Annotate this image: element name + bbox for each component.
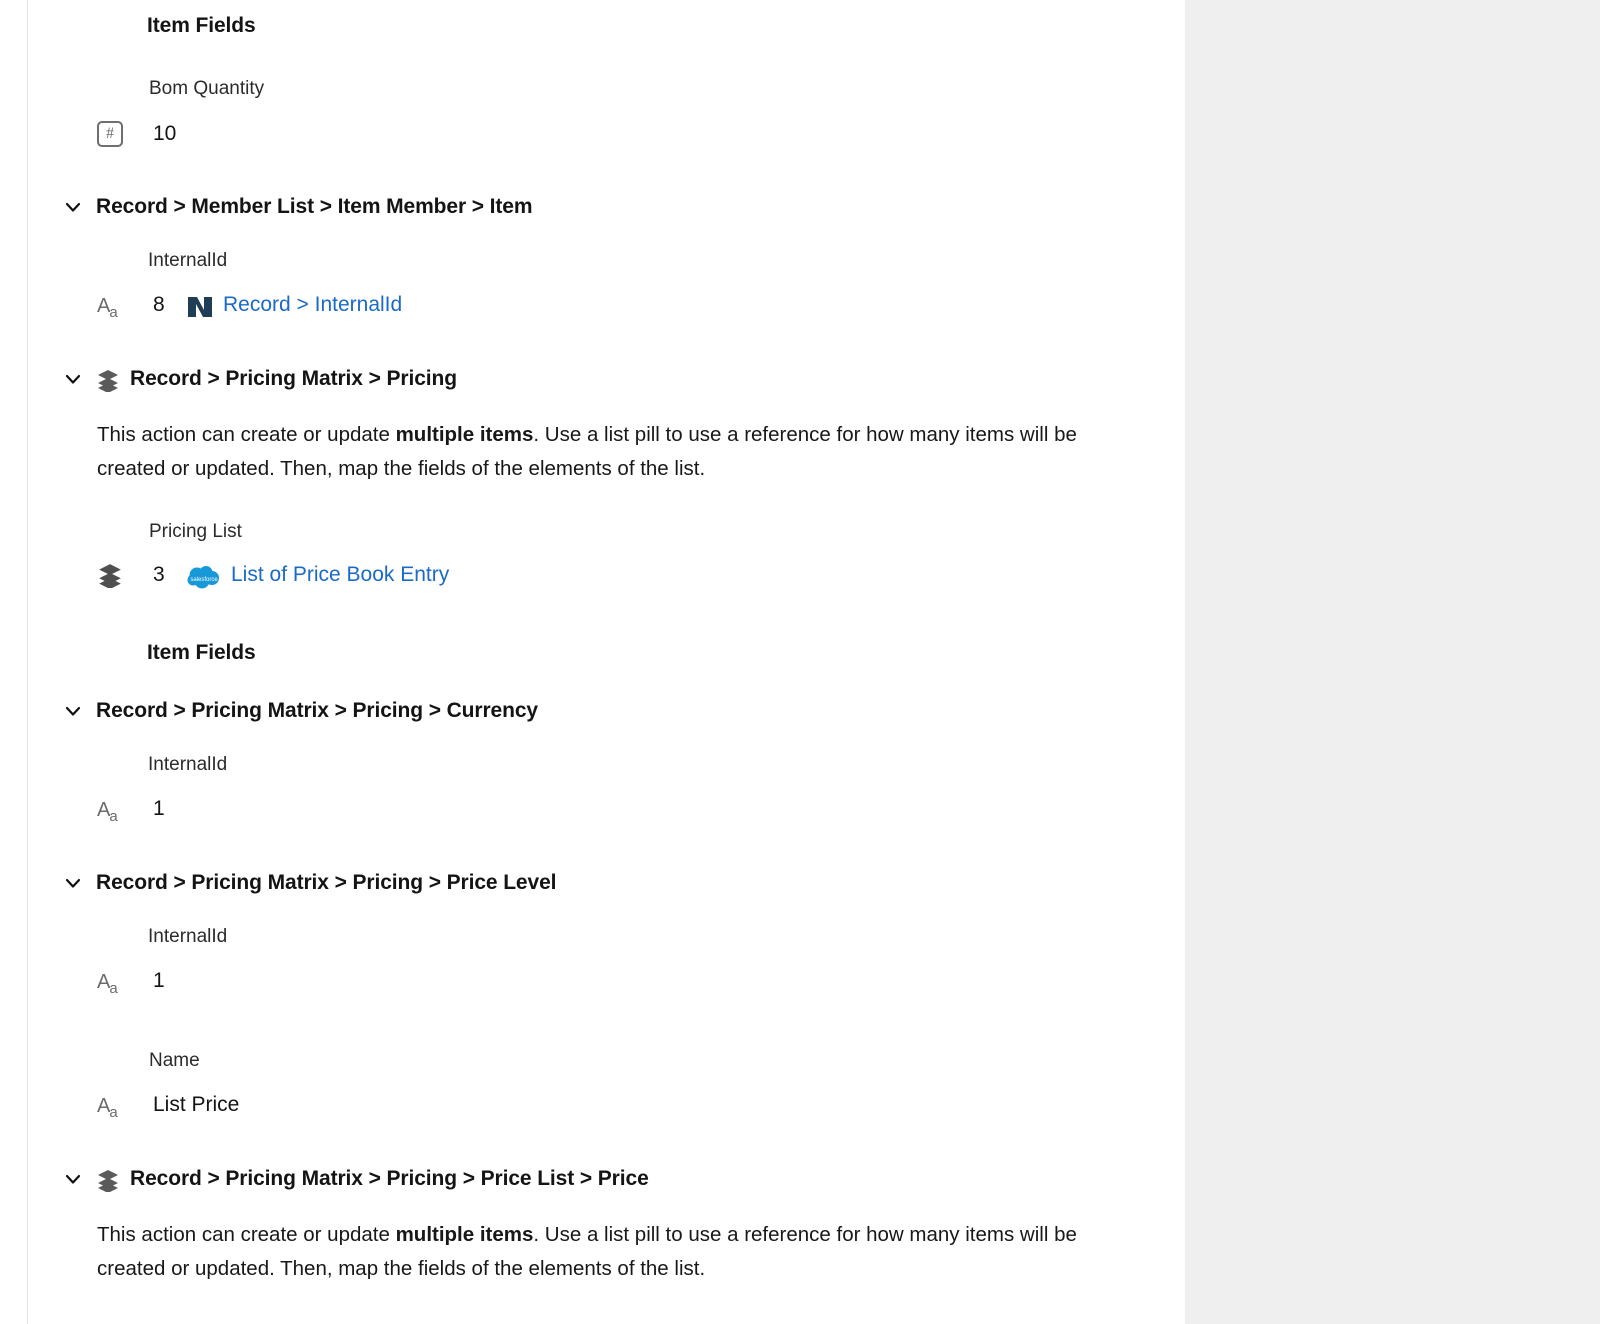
layers-icon [96,368,120,392]
bom-quantity-value: 10 [153,122,177,145]
chevron-down-icon[interactable] [56,368,96,390]
member-internalid-value-row[interactable]: Aa 8 Record > InternalId [97,292,402,321]
desc-bold: multiple items [395,423,534,446]
salesforce-icon: salesforce [187,564,221,590]
group-header-pricing-price-level[interactable]: Record > Pricing Matrix > Pricing > Pric… [56,871,557,895]
desc-part-1: This action can create or update [97,1223,396,1246]
pricing-list-label: Pricing List [149,521,242,542]
reference-count: 3 [153,563,165,586]
price-level-name-label: Name [149,1050,200,1071]
number-type-icon: # [97,121,153,147]
reference-count: 8 [153,293,165,316]
layers-icon [96,1168,120,1192]
left-gutter [0,0,27,1324]
record-internalid-pill-link[interactable]: Record > InternalId [223,293,402,317]
price-level-internalid-value-row[interactable]: Aa 1 [97,969,165,997]
group-title: Record > Pricing Matrix > Pricing > Curr… [96,699,539,722]
text-type-icon: Aa [97,970,118,997]
text-type-icon: Aa [97,1094,118,1121]
pricing-list-value-row[interactable]: 3 salesforce List of Price Book Entry [97,562,449,590]
currency-internalid-label: InternalId [148,754,228,775]
group-header-member-list-item[interactable]: Record > Member List > Item Member > Ite… [56,195,533,219]
multiple-items-description: This action can create or update multipl… [97,1218,1122,1286]
item-fields-heading: Item Fields [147,14,256,37]
right-background-pane [1185,0,1600,1324]
chevron-down-icon[interactable] [56,196,96,218]
text-type-icon: Aa [97,798,118,825]
item-fields-heading: Item Fields [147,641,256,664]
action-field-mapping-screen: Item Fields Bom Quantity # 10 Record > M… [0,0,1600,1324]
price-level-internalid-label: InternalId [148,926,228,947]
price-level-name-value: List Price [153,1093,240,1116]
group-title: Record > Member List > Item Member > Ite… [96,195,533,218]
desc-bold: multiple items [395,1223,534,1246]
desc-part-1: This action can create or update [97,423,396,446]
bom-quantity-value-row[interactable]: # 10 [97,121,176,147]
group-title: Record > Pricing Matrix > Pricing > Pric… [130,1167,649,1190]
text-type-icon: Aa [97,294,118,321]
group-title: Record > Pricing Matrix > Pricing > Pric… [96,871,557,894]
group-header-pricing-price-list-price[interactable]: Record > Pricing Matrix > Pricing > Pric… [56,1167,649,1192]
price-level-name-value-row[interactable]: Aa List Price [97,1093,240,1121]
chevron-down-icon[interactable] [56,1168,96,1190]
mapping-panel: Item Fields Bom Quantity # 10 Record > M… [28,0,1185,1324]
chevron-down-icon[interactable] [56,872,96,894]
layers-icon [97,562,153,588]
price-level-internalid-value: 1 [153,969,165,992]
group-header-pricing-currency[interactable]: Record > Pricing Matrix > Pricing > Curr… [56,699,538,723]
group-header-pricing-matrix-pricing[interactable]: Record > Pricing Matrix > Pricing [56,367,457,392]
currency-internalid-value: 1 [153,797,165,820]
chevron-down-icon[interactable] [56,700,96,722]
multiple-items-description: This action can create or update multipl… [97,418,1122,486]
member-internalid-label: InternalId [148,250,228,271]
netsuite-icon [187,294,213,320]
price-book-entry-pill-link[interactable]: List of Price Book Entry [231,563,449,587]
svg-text:salesforce: salesforce [190,577,218,583]
group-title: Record > Pricing Matrix > Pricing [130,367,457,390]
bom-quantity-label: Bom Quantity [149,78,265,99]
currency-internalid-value-row[interactable]: Aa 1 [97,797,165,825]
